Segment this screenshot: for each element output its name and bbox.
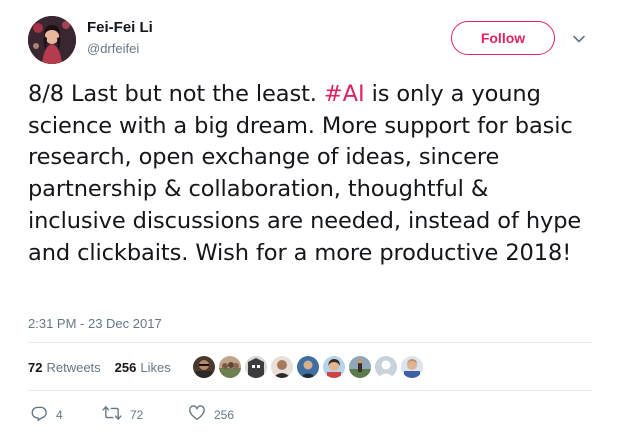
likes-stat[interactable]: 256 Likes [115, 360, 171, 375]
retweet-count: 72 [130, 407, 144, 422]
follow-button[interactable]: Follow [451, 21, 555, 55]
author-avatar[interactable] [28, 16, 76, 64]
liker-avatar[interactable] [401, 356, 423, 378]
liker-avatar[interactable] [297, 356, 319, 378]
retweet-button[interactable]: 72 [102, 404, 188, 425]
liker-avatar[interactable] [219, 356, 241, 378]
author-avatar-image [28, 16, 76, 64]
like-button[interactable]: 256 [188, 404, 234, 425]
liker-avatar[interactable] [193, 356, 215, 378]
liker-avatar[interactable] [375, 356, 397, 378]
retweets-count: 72 [28, 360, 43, 375]
reply-button[interactable]: 4 [30, 404, 102, 425]
tweet-actions: 4 72 256 [30, 404, 234, 425]
hashtag-link[interactable]: #AI [324, 81, 365, 107]
liker-avatar[interactable] [245, 356, 267, 378]
like-count: 256 [214, 407, 235, 422]
liker-avatar[interactable] [271, 356, 293, 378]
author-handle[interactable]: @drfeifei [87, 41, 139, 56]
chevron-down-icon[interactable] [572, 32, 586, 46]
tweet-text: 8/8 Last but not the least. #AI is only … [28, 79, 588, 269]
liker-avatars [193, 356, 423, 378]
engagement-stats: 72 Retweets 256 Likes [28, 360, 181, 375]
divider [28, 390, 592, 391]
divider [28, 342, 592, 343]
tweet-text-body: is only a young science with a big dream… [28, 81, 582, 266]
author-name[interactable]: Fei-Fei Li [87, 19, 153, 36]
tweet-timestamp[interactable]: 2:31 PM - 23 Dec 2017 [28, 316, 162, 331]
reply-icon [30, 404, 48, 425]
retweets-label: Retweets [46, 360, 101, 375]
likes-count: 256 [114, 360, 137, 375]
tweet-text-prefix: 8/8 Last but not the least. [28, 81, 324, 107]
liker-avatar[interactable] [323, 356, 345, 378]
retweet-icon [102, 404, 122, 425]
retweets-stat[interactable]: 72 Retweets [28, 360, 101, 375]
heart-icon [188, 404, 206, 425]
liker-avatar[interactable] [349, 356, 371, 378]
reply-count: 4 [56, 407, 63, 422]
likes-label: Likes [140, 360, 171, 375]
